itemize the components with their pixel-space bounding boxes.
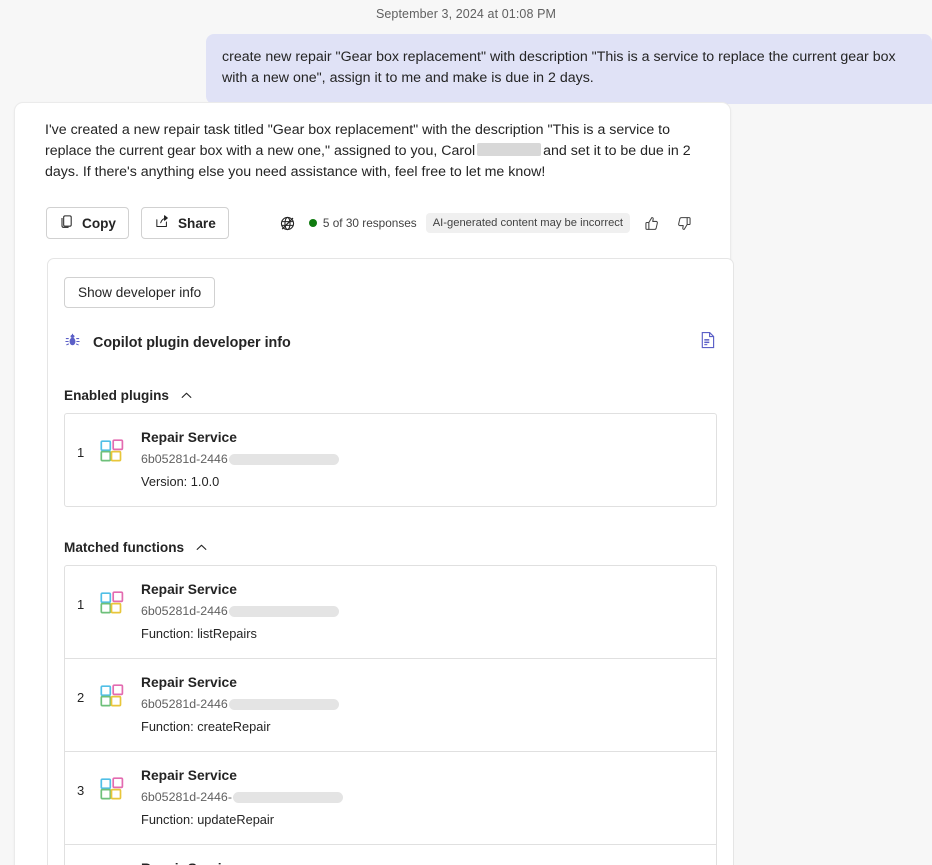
assistant-message-text: I've created a new repair task titled "G… [32, 117, 716, 183]
assistant-message-card: I've created a new repair task titled "G… [14, 102, 734, 865]
share-button[interactable]: Share [140, 207, 229, 239]
redacted-id-segment [232, 792, 343, 803]
plugin-blocks-icon [97, 427, 127, 464]
chevron-up-icon[interactable] [179, 388, 194, 403]
chat-page: September 3, 2024 at 01:08 PM create new… [0, 0, 932, 865]
plugin-name: Repair Service [141, 859, 343, 865]
user-message-bubble: create new repair "Gear box replacement"… [206, 34, 932, 104]
share-button-label: Share [177, 215, 216, 231]
plugin-id: 6b05281d-2446 [141, 602, 339, 621]
redacted-id-segment [228, 699, 339, 710]
plugin-blocks-icon [97, 672, 127, 709]
row-index: 4 [77, 858, 97, 865]
document-icon[interactable] [699, 331, 717, 355]
row-index: 1 [77, 445, 85, 460]
thumbs-down-icon[interactable] [672, 211, 696, 235]
plugin-name: Repair Service [141, 768, 237, 783]
row-body: Repair Service 6b05281d-2446 Function: c… [141, 672, 339, 737]
share-icon [154, 214, 170, 232]
table-row[interactable]: 4 Repair Service 6b05281d-2446- [65, 844, 716, 865]
row-index: 3 [77, 783, 85, 798]
plugin-name: Repair Service [141, 582, 237, 597]
plugin-id-text: 6b05281d-2446- [141, 790, 232, 804]
plugin-id: 6b05281d-2446 [141, 450, 339, 469]
show-developer-info-button[interactable]: Show developer info [64, 277, 216, 308]
copy-icon [59, 214, 74, 232]
response-count-label: 5 of 30 responses [322, 216, 417, 230]
redacted-user-name [477, 143, 542, 156]
status-dot-icon [308, 219, 317, 227]
thumbs-up-icon[interactable] [639, 211, 663, 235]
message-action-toolbar: Copy Share 5 of 30 responses AI-generate… [46, 207, 713, 239]
globe-slash-icon[interactable] [276, 211, 300, 235]
plugin-name: Repair Service [141, 430, 237, 445]
matched-functions-list: 1 Repair Service 6b05281d-2446 Function:… [64, 565, 717, 865]
plugin-blocks-icon [97, 579, 127, 616]
table-row[interactable]: 2 Repair Service 6b05281d-2446 Function:… [65, 658, 716, 751]
section-title-enabled-plugins: Enabled plugins [64, 388, 169, 403]
developer-info-title: Copilot plugin developer info [93, 335, 291, 351]
plugin-meta: Version: 1.0.0 [141, 474, 220, 489]
ai-warning-badge: AI-generated content may be incorrect [425, 213, 630, 233]
function-name: Function: updateRepair [141, 812, 275, 827]
row-body: Repair Service 6b05281d-2446- Function: … [141, 765, 343, 830]
table-row[interactable]: 1 Repair Service 6b05281d-2446 [65, 566, 716, 658]
plugin-name: Repair Service [141, 675, 237, 690]
developer-info-header: Copilot plugin developer info [64, 331, 717, 355]
function-name: Function: listRepairs [141, 626, 257, 641]
section-header-enabled-plugins[interactable]: Enabled plugins [64, 388, 717, 403]
plugin-id-text: 6b05281d-2446 [141, 452, 228, 466]
toolbar-right-group: 5 of 30 responses AI-generated content m… [276, 211, 713, 235]
bug-icon [64, 332, 81, 354]
row-index: 2 [77, 690, 85, 705]
copy-button[interactable]: Copy [46, 207, 129, 239]
row-body: Repair Service 6b05281d-2446- Function: … [141, 858, 343, 865]
plugin-id: 6b05281d-2446 [141, 695, 339, 714]
enabled-plugins-list: 1 Repair Service 6b05281d-2446 Version: … [64, 413, 717, 507]
developer-info-card: Show developer info Copilot plugin devel… [47, 258, 734, 865]
plugin-id-text: 6b05281d-2446 [141, 604, 228, 618]
plugin-id-text: 6b05281d-2446 [141, 697, 228, 711]
plugin-blocks-icon [97, 858, 127, 865]
plugin-id: 6b05281d-2446- [141, 788, 343, 807]
table-row[interactable]: 1 Repair Service 6b05281d-2446 [65, 414, 716, 506]
response-count: 5 of 30 responses [308, 216, 417, 230]
row-index: 1 [77, 597, 85, 612]
row-body: Repair Service 6b05281d-2446 Function: l… [141, 579, 339, 644]
section-header-matched-functions[interactable]: Matched functions [64, 540, 717, 555]
section-title-matched-functions: Matched functions [64, 540, 185, 555]
table-row[interactable]: 3 Repair Service 6b05281d-2446- Function… [65, 751, 716, 844]
row-body: Repair Service 6b05281d-2446 Version: 1.… [141, 427, 339, 492]
conversation-timestamp: September 3, 2024 at 01:08 PM [375, 7, 557, 21]
chevron-up-icon[interactable] [194, 540, 209, 555]
plugin-blocks-icon [97, 765, 127, 802]
user-message-text: create new repair "Gear box replacement"… [222, 49, 896, 86]
copy-button-label: Copy [82, 215, 116, 231]
redacted-id-segment [228, 606, 339, 617]
redacted-id-segment [228, 454, 339, 465]
function-name: Function: createRepair [141, 719, 271, 734]
